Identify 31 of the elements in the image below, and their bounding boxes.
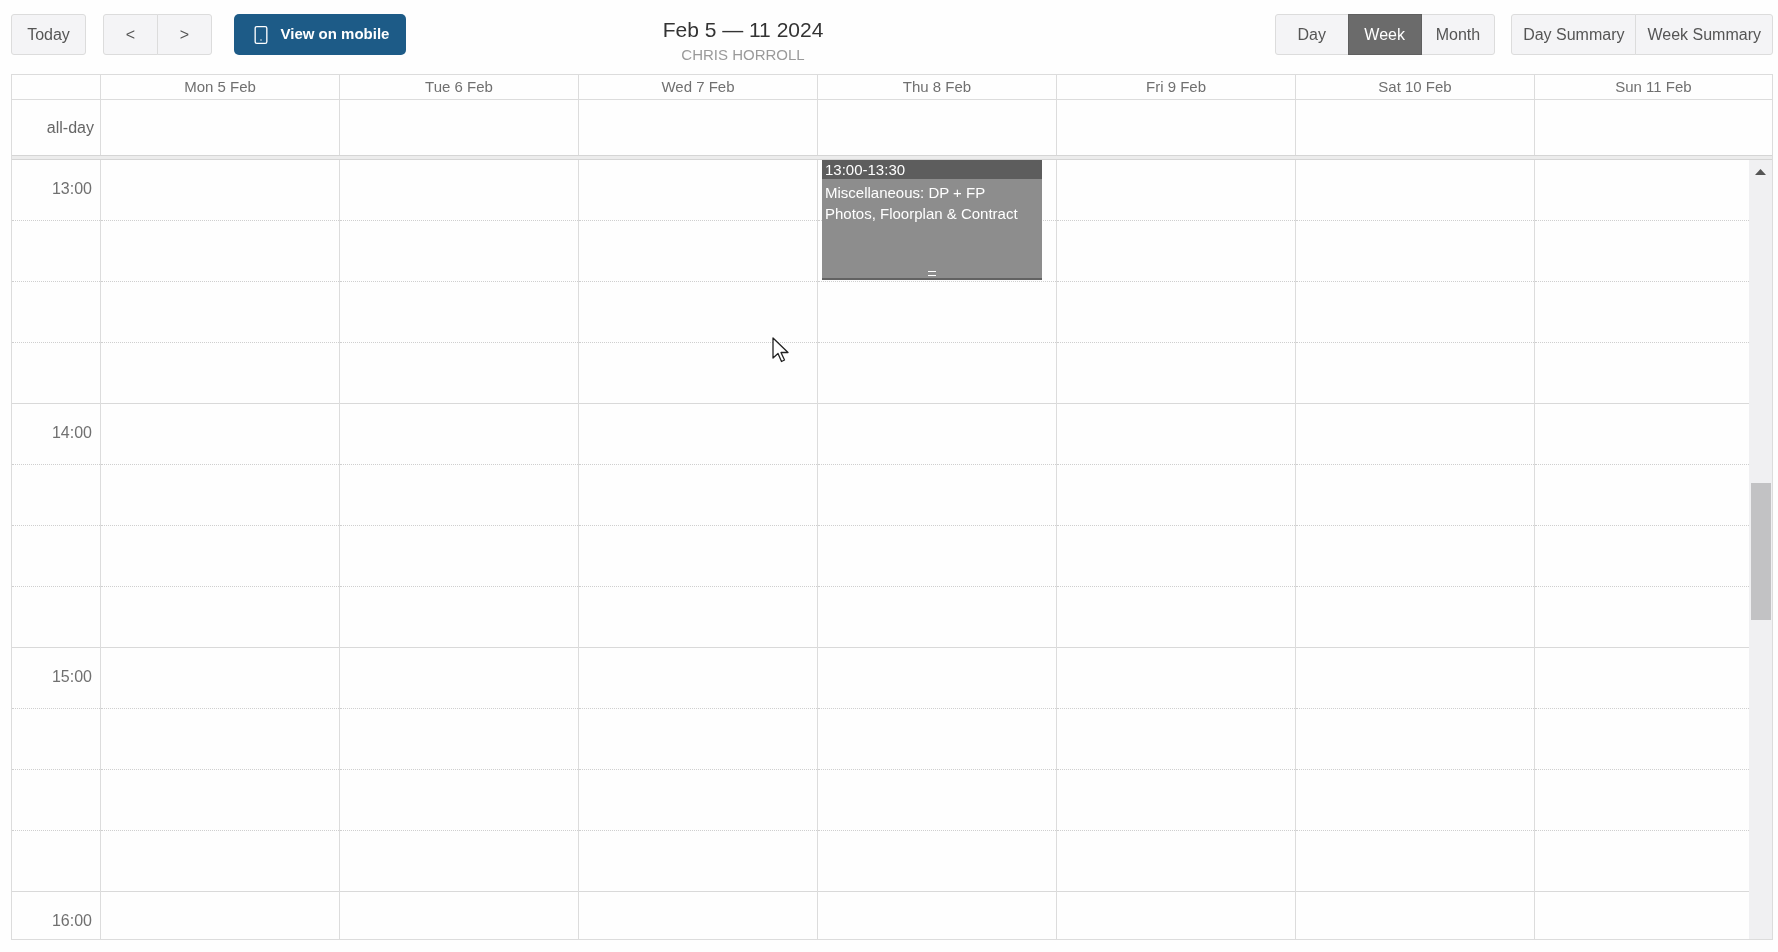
time-label: 13:00 [51, 179, 92, 199]
day-header: Tue 6 Feb [339, 75, 578, 99]
resize-handle-icon[interactable] [928, 271, 936, 276]
day-header: Wed 7 Feb [578, 75, 817, 99]
view-tab[interactable]: Month [1420, 14, 1496, 55]
today-button[interactable]: Today [11, 14, 86, 55]
day-header: Mon 5 Feb [100, 75, 339, 99]
event-title: Miscellaneous: DP + FP Photos, Floorplan & Contract [824, 183, 1019, 224]
day-header: Fri 9 Feb [1056, 75, 1295, 99]
calendar-event[interactable]: 13:00-13:30 Miscellaneous: DP + FP Photos, Floorplan & Contract [822, 160, 1042, 280]
day-header: Sat 10 Feb [1295, 75, 1534, 99]
day-header: Thu 8 Feb [817, 75, 1056, 99]
calendar-owner: CHRIS HORROLL [681, 46, 805, 64]
time-label: 16:00 [51, 911, 92, 931]
event-time: 13:00-13:30 [822, 160, 1042, 179]
date-range-title: Feb 5 — 11 2024 [662, 17, 824, 42]
view-tab[interactable]: Day [1274, 14, 1349, 55]
time-label: 15:00 [51, 667, 92, 687]
view-tab[interactable]: Week [1347, 14, 1422, 55]
next-button[interactable]: > [157, 14, 212, 55]
scrollbar-thumb[interactable] [1750, 483, 1771, 620]
all-day-label: all-day [46, 117, 94, 138]
view-on-mobile-button[interactable]: View on mobile [234, 14, 406, 55]
time-label: 14:00 [51, 423, 92, 443]
scroll-up-arrow-icon[interactable] [1755, 169, 1766, 175]
summary-button[interactable]: Day Summary [1511, 14, 1637, 55]
scrollbar[interactable] [1749, 160, 1772, 939]
summary-button[interactable]: Week Summary [1635, 14, 1773, 55]
previous-button[interactable]: < [103, 14, 158, 55]
day-header: Sun 11 Feb [1534, 75, 1772, 99]
mouse-pointer-icon [772, 337, 790, 363]
